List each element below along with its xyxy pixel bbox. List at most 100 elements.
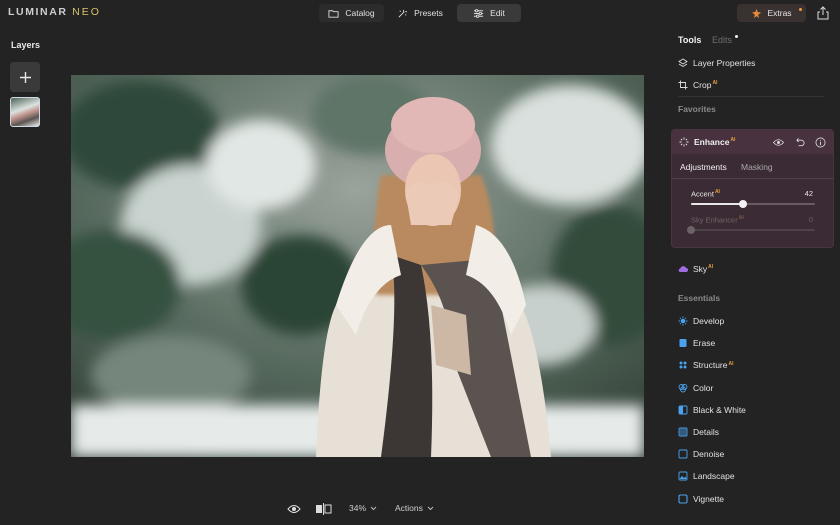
- tab-masking[interactable]: Masking: [741, 162, 773, 172]
- compare-icon[interactable]: [315, 503, 332, 515]
- essentials-tool-erase[interactable]: Erase: [678, 338, 715, 348]
- erase-icon: [679, 339, 687, 348]
- tab-tools[interactable]: Tools: [678, 35, 701, 45]
- sky-label: Sky: [693, 264, 708, 274]
- tab-edits[interactable]: Edits: [712, 35, 732, 45]
- ai-badge: AI: [728, 360, 734, 367]
- extras-button[interactable]: Extras: [737, 4, 806, 22]
- essentials-tool-label: Black & White: [693, 404, 746, 415]
- layer-properties-label: Layer Properties: [693, 58, 756, 68]
- ai-badge: AI: [712, 80, 718, 87]
- layer-properties-tool[interactable]: Layer Properties: [678, 58, 755, 68]
- notification-dot: [799, 8, 802, 11]
- color-icon: [678, 383, 688, 393]
- crop-icon: [678, 80, 688, 90]
- essentials-tool-label: Details: [693, 427, 719, 437]
- essentials-tool-develop[interactable]: Develop: [678, 316, 724, 326]
- sky-enhancer-value: 0: [808, 215, 813, 224]
- essentials-tool-structure[interactable]: StructureAI: [678, 360, 734, 370]
- essentials-tool-label: Erase: [693, 338, 716, 349]
- essentials-heading: Essentials: [678, 293, 721, 303]
- structure-icon: [679, 361, 687, 369]
- ai-badge: AI: [738, 215, 744, 221]
- app-logo: LUMINAR NEO: [8, 6, 101, 18]
- essentials-tool-black-white[interactable]: Black & White: [678, 405, 746, 415]
- accent-slider-handle[interactable]: [739, 200, 748, 208]
- details-icon: [678, 427, 688, 437]
- essentials-tool-landscape[interactable]: Landscape: [678, 471, 735, 481]
- divider: [672, 178, 833, 179]
- tab-adjustments[interactable]: Adjustments: [680, 162, 727, 172]
- essentials-tool-label: Landscape: [693, 471, 735, 482]
- presets-button[interactable]: Presets: [391, 4, 449, 22]
- layers-icon: [678, 58, 688, 68]
- extras-icon: [752, 8, 762, 18]
- actions-label: Actions: [395, 503, 423, 513]
- preview-eye-icon[interactable]: [287, 503, 301, 515]
- extras-label: Extras: [767, 8, 792, 18]
- accent-slider-label: AccentAI: [691, 189, 720, 199]
- favorites-heading: Favorites: [678, 104, 716, 114]
- photo-canvas[interactable]: [71, 75, 644, 457]
- layers-title: Layers: [11, 40, 41, 50]
- essentials-tool-denoise[interactable]: Denoise: [678, 449, 724, 459]
- zoom-value: 34%: [349, 503, 367, 513]
- visibility-eye-icon[interactable]: [773, 137, 784, 148]
- presets-label: Presets: [414, 8, 443, 18]
- essentials-tool-label: Color: [693, 382, 714, 393]
- add-layer-button[interactable]: [10, 62, 40, 92]
- enhance-sparkle-icon: [679, 137, 689, 147]
- presets-sparkle-icon: [398, 9, 408, 17]
- essentials-tool-label: Structure: [693, 360, 728, 371]
- edits-indicator-dot: [735, 35, 738, 38]
- sky-enhancer-slider-label: Sky EnhancerAI: [691, 215, 744, 225]
- edit-button[interactable]: Edit: [457, 4, 521, 22]
- actions-dropdown[interactable]: Actions: [395, 503, 434, 513]
- essentials-tool-label: Vignette: [693, 493, 725, 504]
- ai-badge: AI: [708, 264, 714, 271]
- vignette-icon: [678, 494, 688, 504]
- denoise-icon: [678, 449, 688, 459]
- ai-badge: AI: [730, 137, 736, 144]
- crop-tool[interactable]: CropAI: [678, 80, 717, 90]
- cloud-icon: [678, 266, 688, 273]
- edit-label: Edit: [490, 8, 505, 18]
- essentials-tool-color[interactable]: Color: [678, 383, 713, 393]
- catalog-button[interactable]: Catalog: [319, 4, 384, 22]
- enhance-tool-panel: EnhanceAI Adjustments Masking AccentAI 4…: [671, 129, 834, 248]
- landscape-icon: [678, 471, 688, 481]
- accent-value: 42: [804, 189, 813, 198]
- logo-text: LUMINAR: [8, 6, 68, 18]
- essentials-tool-details[interactable]: Details: [678, 427, 719, 437]
- accent-slider[interactable]: [691, 200, 815, 208]
- divider: [678, 96, 824, 97]
- undo-icon[interactable]: [794, 137, 805, 148]
- sky-enhancer-slider-handle[interactable]: [687, 226, 695, 234]
- accent-label: Accent: [691, 189, 714, 199]
- enhance-header[interactable]: EnhanceAI: [672, 130, 833, 154]
- info-icon[interactable]: [815, 137, 826, 148]
- essentials-tool-vignette[interactable]: Vignette: [678, 494, 724, 504]
- essentials-tool-label: Denoise: [693, 449, 725, 460]
- enhance-title: EnhanceAI: [679, 137, 735, 147]
- share-icon[interactable]: [817, 6, 829, 20]
- top-bar: LUMINAR NEO Catalog Presets Edit Extras: [0, 0, 840, 26]
- chevron-down-icon: [370, 506, 377, 510]
- sky-enhancer-slider[interactable]: [687, 226, 815, 234]
- ai-badge: AI: [714, 189, 720, 195]
- black-white-icon: [678, 405, 688, 415]
- accent-slider-fill: [691, 203, 744, 205]
- sliders-icon: [474, 8, 484, 18]
- enhance-title-text: Enhance: [694, 137, 730, 147]
- photo-image: [71, 75, 644, 457]
- chevron-down-icon: [427, 506, 434, 510]
- catalog-label: Catalog: [345, 8, 375, 18]
- layer-thumbnail[interactable]: [10, 97, 40, 127]
- zoom-dropdown[interactable]: 34%: [349, 503, 377, 513]
- essentials-tool-label: Develop: [693, 316, 725, 326]
- sky-tool[interactable]: SkyAI: [678, 264, 713, 274]
- develop-icon: [678, 316, 688, 326]
- sky-enhancer-label: Sky Enhancer: [691, 215, 738, 225]
- logo-accent-text: NEO: [72, 6, 101, 18]
- plus-icon: [19, 71, 31, 83]
